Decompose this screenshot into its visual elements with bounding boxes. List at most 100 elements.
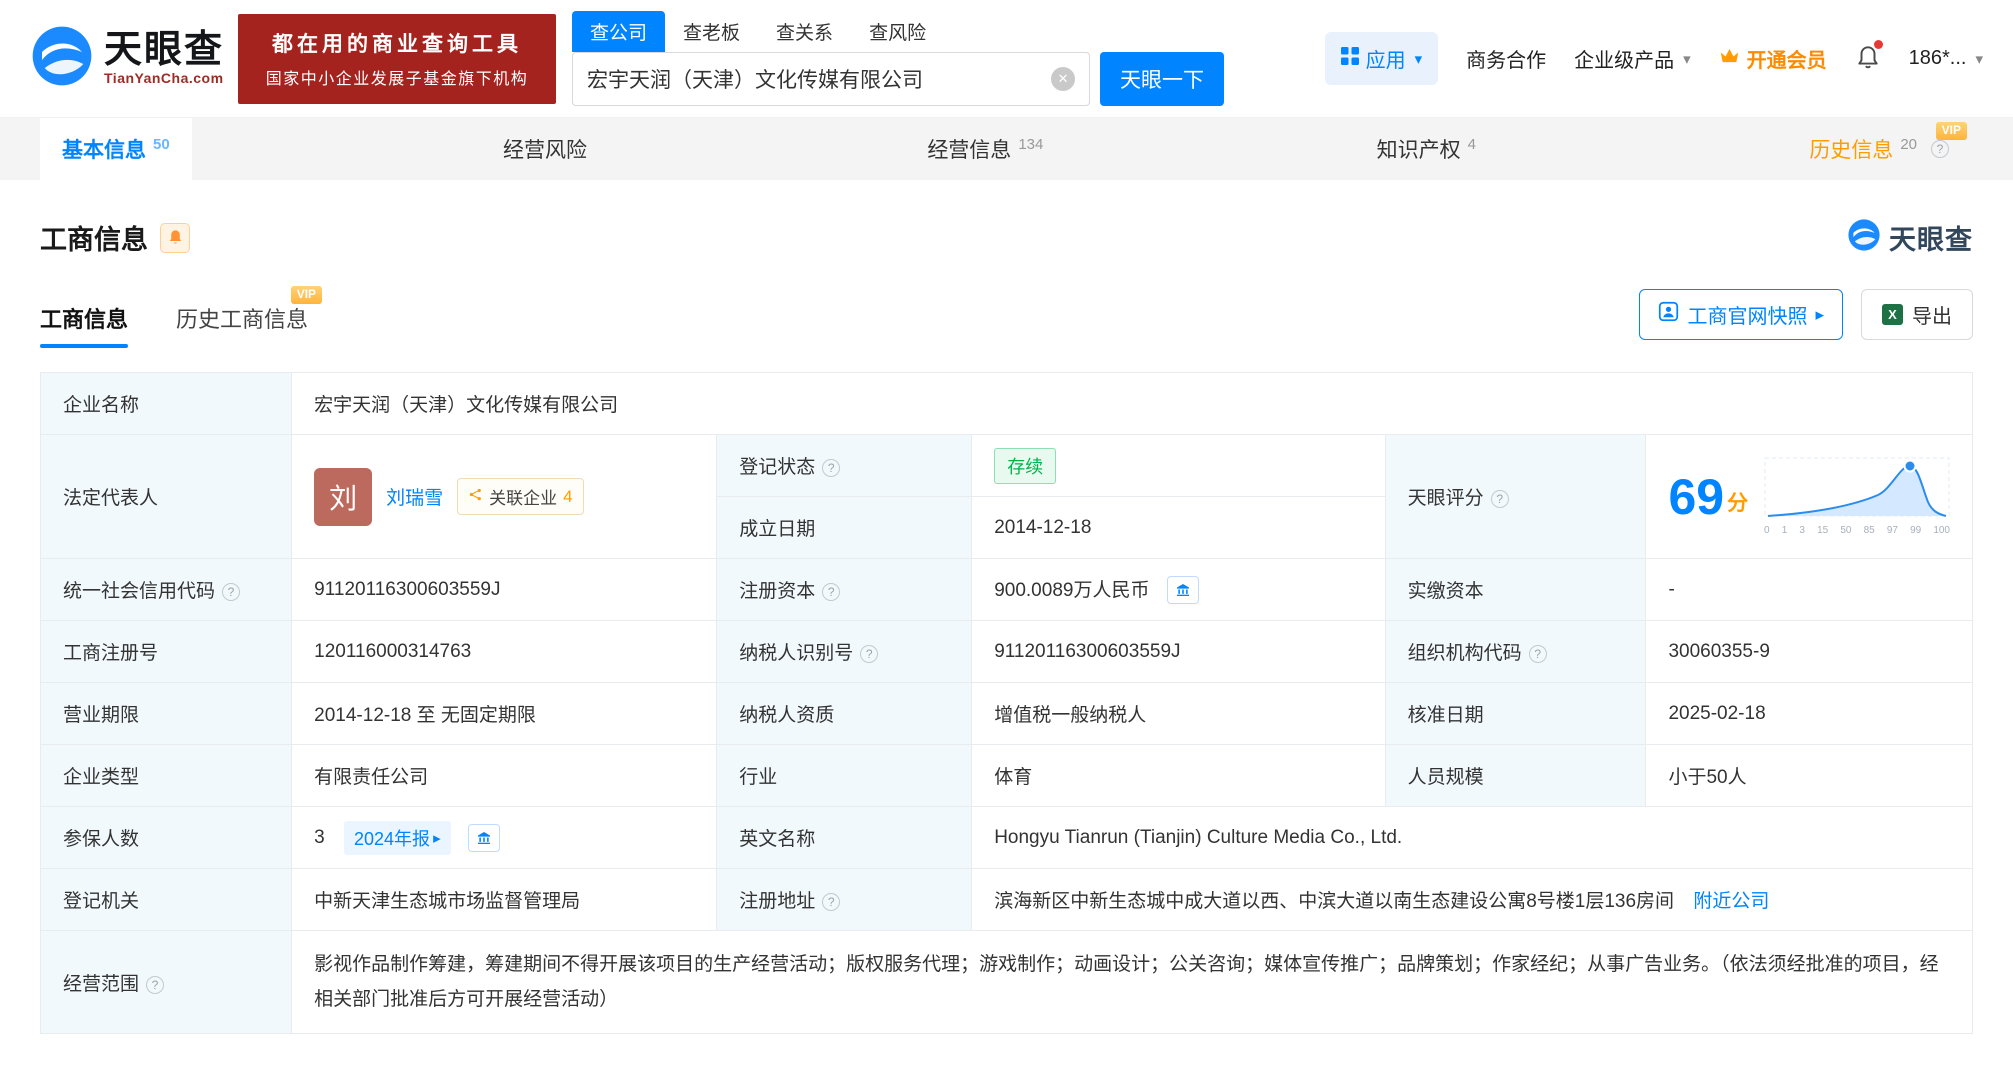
help-icon[interactable] bbox=[860, 644, 879, 663]
monitor-bell-icon[interactable] bbox=[160, 222, 190, 253]
tab-business-info[interactable]: 经营信息 134 bbox=[905, 118, 1065, 180]
tab-label: 基本信息 bbox=[62, 139, 146, 162]
table-row: 营业期限 2014-12-18 至 无固定期限 纳税人资质 增值税一般纳税人 核… bbox=[39, 682, 1973, 745]
help-icon[interactable] bbox=[822, 458, 841, 477]
help-icon[interactable] bbox=[822, 892, 841, 911]
field-label: 成立日期 bbox=[716, 496, 973, 559]
site-header: 天眼查 TianYanCha.com 都在用的商业查询工具 国家中小企业发展子基… bbox=[0, 0, 2013, 118]
search-tab-company[interactable]: 查公司 bbox=[572, 11, 666, 52]
search-tab-relation[interactable]: 查关系 bbox=[758, 11, 851, 52]
field-label: 企业类型 bbox=[39, 744, 293, 807]
nav-business-cooperation[interactable]: 商务合作 bbox=[1466, 44, 1546, 73]
notification-dot bbox=[1873, 39, 1883, 49]
tab-basic-info[interactable]: 基本信息 50 bbox=[40, 118, 192, 180]
related-companies-badge[interactable]: 关联企业 4 bbox=[457, 478, 584, 515]
status-badge: 存续 bbox=[994, 447, 1057, 484]
approval-date-value: 2025-02-18 bbox=[1645, 682, 1973, 745]
chevron-down-icon bbox=[1413, 47, 1423, 70]
legal-rep-name-link[interactable]: 刘瑞雪 bbox=[386, 483, 443, 510]
tab-label: 知识产权 bbox=[1376, 139, 1461, 162]
tab-business-risk[interactable]: 经营风险 bbox=[481, 118, 616, 180]
english-name-value: Hongyu Tianrun (Tianjin) Culture Media C… bbox=[971, 806, 1973, 869]
taxpayer-id-value: 91120116300603559J bbox=[971, 620, 1386, 683]
field-label: 注册地址 bbox=[716, 868, 973, 931]
help-icon[interactable] bbox=[1931, 140, 1949, 158]
field-label: 天眼评分 bbox=[1384, 434, 1647, 559]
table-row: 经营范围 影视作品制作筹建，筹建期间不得开展该项目的生产经营活动；版权服务代理；… bbox=[39, 929, 1973, 1035]
apps-menu-button[interactable]: 应用 bbox=[1324, 32, 1439, 85]
help-icon[interactable] bbox=[222, 582, 241, 601]
site-logo[interactable]: 天眼查 TianYanCha.com bbox=[30, 24, 224, 93]
field-label: 英文名称 bbox=[716, 806, 973, 869]
official-snapshot-button[interactable]: 工商官网快照 bbox=[1639, 289, 1843, 340]
open-membership-button[interactable]: 开通会员 bbox=[1719, 44, 1827, 73]
registered-capital-value: 900.0089万人民币 bbox=[971, 558, 1386, 621]
capital-bank-icon[interactable] bbox=[1166, 576, 1199, 605]
arrow-right-icon bbox=[1815, 303, 1824, 326]
registration-number-value: 120116000314763 bbox=[291, 620, 718, 683]
subtab-label: 工商信息 bbox=[40, 307, 129, 332]
field-label: 纳税人资质 bbox=[716, 682, 973, 745]
field-label: 法定代表人 bbox=[39, 434, 293, 559]
logo-title: 天眼查 bbox=[104, 28, 225, 71]
credit-code-value: 91120116300603559J bbox=[291, 558, 718, 621]
export-button[interactable]: 导出 bbox=[1861, 289, 1973, 340]
tianyancha-swirl-icon bbox=[30, 24, 94, 93]
score-distribution-chart: 0 1 3 15 50 85 97 99 100 bbox=[1764, 457, 1950, 536]
tianyan-score-cell: 69 分 0 1 3 15 50 85 97 99 100 bbox=[1645, 434, 1973, 559]
table-row: 企业名称 宏宇天润（天津）文化传媒有限公司 bbox=[39, 372, 1973, 435]
score-value: 69 bbox=[1668, 468, 1725, 525]
insured-bank-icon[interactable] bbox=[467, 823, 500, 852]
search-button[interactable]: 天眼一下 bbox=[1100, 52, 1225, 106]
business-scope-value: 影视作品制作筹建，筹建期间不得开展该项目的生产经营活动；版权服务代理；游戏制作；… bbox=[291, 929, 1973, 1035]
help-icon[interactable] bbox=[146, 975, 165, 994]
brand-watermark: 天眼查 bbox=[1847, 218, 1973, 257]
account-phone[interactable]: 186*... bbox=[1909, 47, 1983, 70]
business-cooperation-label: 商务合作 bbox=[1466, 50, 1547, 72]
promo-line1: 都在用的商业查询工具 bbox=[272, 33, 523, 56]
membership-label: 开通会员 bbox=[1746, 50, 1827, 72]
nav-enterprise-products[interactable]: 企业级产品 bbox=[1574, 44, 1691, 73]
brand-watermark-text: 天眼查 bbox=[1889, 225, 1973, 255]
notifications-bell-icon[interactable] bbox=[1855, 39, 1883, 75]
search-input[interactable] bbox=[587, 67, 1052, 91]
excel-icon bbox=[1882, 304, 1903, 325]
field-label: 行业 bbox=[716, 744, 973, 807]
nearby-companies-link[interactable]: 附近公司 bbox=[1693, 891, 1769, 912]
export-label: 导出 bbox=[1912, 306, 1952, 328]
search-tab-risk[interactable]: 查风险 bbox=[851, 11, 944, 52]
legal-rep-avatar[interactable]: 刘 bbox=[314, 467, 373, 526]
clear-search-icon[interactable] bbox=[1051, 67, 1076, 91]
subtab-history-registration[interactable]: VIP 历史工商信息 bbox=[176, 286, 323, 348]
company-type-value: 有限责任公司 bbox=[291, 744, 718, 807]
tab-history-info[interactable]: VIP 历史信息 20 bbox=[1787, 118, 1971, 180]
help-icon[interactable] bbox=[1528, 644, 1547, 663]
field-label: 纳税人识别号 bbox=[716, 620, 973, 683]
search-tab-boss[interactable]: 查老板 bbox=[665, 11, 758, 52]
field-label: 企业名称 bbox=[39, 372, 293, 435]
link-nodes-icon bbox=[468, 487, 483, 507]
search-area: 查公司 查老板 查关系 查风险 天眼一下 bbox=[572, 11, 1225, 106]
help-icon[interactable] bbox=[1490, 489, 1509, 508]
field-label: 营业期限 bbox=[39, 682, 293, 745]
company-name-value: 宏宇天润（天津）文化传媒有限公司 bbox=[291, 372, 1973, 435]
field-label: 核准日期 bbox=[1384, 682, 1647, 745]
apps-label: 应用 bbox=[1365, 50, 1406, 72]
related-companies-label: 关联企业 bbox=[489, 489, 558, 508]
establish-date-value: 2014-12-18 bbox=[971, 496, 1386, 559]
registration-authority-value: 中新天津生态城市场监督管理局 bbox=[291, 868, 718, 931]
tab-count: 20 bbox=[1900, 135, 1917, 153]
help-icon[interactable] bbox=[822, 582, 841, 601]
tianyancha-swirl-icon bbox=[1847, 218, 1881, 257]
field-label: 人员规模 bbox=[1384, 744, 1647, 807]
tab-intellectual-property[interactable]: 知识产权 4 bbox=[1355, 118, 1498, 180]
tab-count: 134 bbox=[1018, 135, 1044, 153]
field-label: 经营范围 bbox=[39, 929, 293, 1035]
tab-label: 经营信息 bbox=[927, 139, 1012, 162]
phone-label: 186*... bbox=[1908, 47, 1967, 69]
annual-report-link[interactable]: 2024年报 bbox=[344, 820, 451, 855]
section-title: 工商信息 bbox=[40, 225, 148, 255]
staff-size-value: 小于50人 bbox=[1645, 744, 1973, 807]
score-axis-labels: 0 1 3 15 50 85 97 99 100 bbox=[1764, 525, 1950, 536]
subtab-business-registration[interactable]: 工商信息 bbox=[40, 302, 129, 348]
